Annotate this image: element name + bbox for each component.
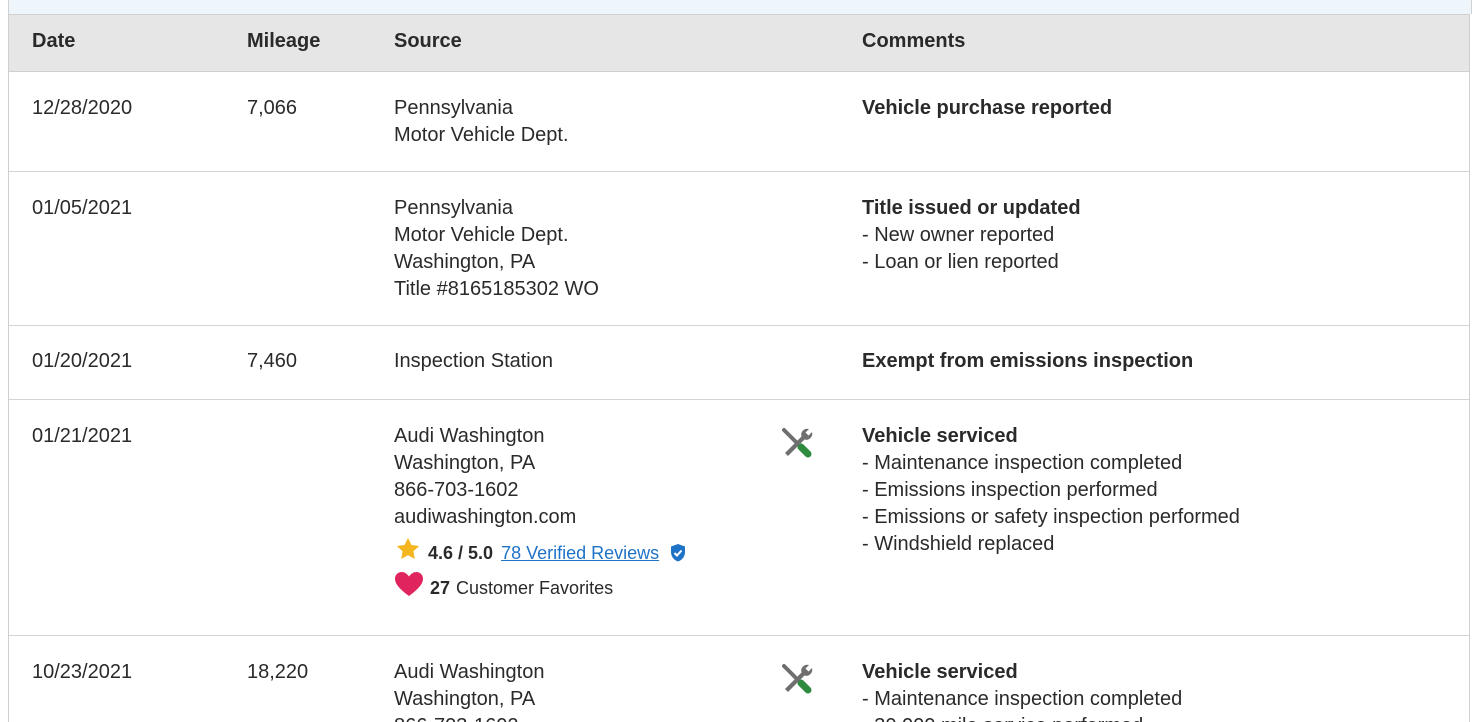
source-line: Audi Washington	[394, 661, 545, 683]
table-row: 12/28/2020 7,066 Pennsylvania Motor Vehi…	[9, 72, 1469, 172]
table-row: 01/20/2021 7,460 Inspection Station Exem…	[9, 326, 1469, 400]
mileage-cell: 7,460	[247, 350, 298, 372]
history-table: Date Mileage Source Comments 12/28/2020 …	[8, 14, 1470, 722]
comment-title: Vehicle serviced	[862, 425, 1018, 447]
favorites-count: 27	[430, 577, 451, 598]
comments-cell: Exempt from emissions inspection	[862, 348, 1193, 375]
source-line: Washington, PA	[394, 452, 536, 474]
table-row: 10/23/2021 18,220 Audi Washington Washin…	[9, 636, 1469, 722]
comment-item: Maintenance inspection completed	[862, 686, 1182, 713]
comment-title: Exempt from emissions inspection	[862, 350, 1194, 372]
mileage-cell: 18,220	[247, 661, 309, 683]
comment-title: Title issued or updated	[862, 197, 1081, 219]
favorites-label: Customer Favorites	[456, 577, 614, 598]
comment-item: Loan or lien reported	[862, 249, 1081, 276]
source-line: audiwashington.com	[394, 506, 577, 528]
source-cell: Audi Washington Washington, PA 866-703-1…	[394, 423, 687, 601]
heart-icon	[394, 571, 424, 605]
table-header: Date Mileage Source Comments	[9, 15, 1469, 72]
source-line: Motor Vehicle Dept.	[394, 124, 569, 146]
source-line: Washington, PA	[394, 251, 536, 273]
comment-item: Maintenance inspection completed	[862, 450, 1240, 477]
mileage-cell: 7,066	[247, 97, 298, 119]
verified-shield-icon	[669, 543, 687, 563]
comments-cell: Vehicle serviced Maintenance inspection …	[862, 659, 1182, 722]
wrench-screwdriver-icon	[779, 425, 815, 461]
rating-score: 4.6 / 5.0	[428, 542, 494, 563]
comment-item: Windshield replaced	[862, 531, 1240, 558]
table-row: 01/05/2021 Pennsylvania Motor Vehicle De…	[9, 172, 1469, 326]
dealer-rating: 4.6 / 5.0 78 Verified Reviews	[394, 537, 687, 567]
top-strip	[8, 0, 1472, 14]
source-line: Pennsylvania	[394, 197, 513, 219]
source-line: 866-703-1602	[394, 479, 519, 501]
date-cell: 01/05/2021	[32, 197, 133, 219]
comment-item: New owner reported	[862, 222, 1081, 249]
date-cell: 10/23/2021	[32, 661, 133, 683]
comment-item: Emissions inspection performed	[862, 477, 1240, 504]
date-cell: 01/20/2021	[32, 350, 133, 372]
comments-cell: Title issued or updated New owner report…	[862, 195, 1081, 276]
source-line: Motor Vehicle Dept.	[394, 224, 569, 246]
column-header-date: Date	[32, 30, 76, 52]
customer-favorites: 27 Customer Favorites	[394, 572, 687, 601]
source-cell: Inspection Station	[394, 348, 553, 375]
star-icon	[394, 535, 422, 571]
source-line: Inspection Station	[394, 350, 553, 372]
comment-item: Emissions or safety inspection performed	[862, 504, 1240, 531]
vehicle-history-page: Date Mileage Source Comments 12/28/2020 …	[0, 0, 1477, 722]
verified-reviews-link[interactable]: 78 Verified Reviews	[501, 540, 659, 567]
comments-cell: Vehicle purchase reported	[862, 95, 1112, 122]
column-header-source: Source	[394, 30, 462, 52]
comment-title: Vehicle purchase reported	[862, 97, 1113, 119]
comments-cell: Vehicle serviced Maintenance inspection …	[862, 423, 1240, 558]
wrench-screwdriver-icon	[779, 661, 815, 697]
source-line: Pennsylvania	[394, 97, 513, 119]
column-header-comments: Comments	[862, 30, 966, 52]
source-cell: Pennsylvania Motor Vehicle Dept. Washing…	[394, 195, 599, 303]
source-line: 866-703-1602	[394, 713, 544, 722]
date-cell: 01/21/2021	[32, 425, 133, 447]
date-cell: 12/28/2020	[32, 97, 133, 119]
source-line: Audi Washington	[394, 425, 545, 447]
column-header-mileage: Mileage	[247, 30, 321, 52]
source-cell: Pennsylvania Motor Vehicle Dept.	[394, 95, 569, 149]
table-row: 01/21/2021 Audi Washington Washington, P…	[9, 400, 1469, 636]
comment-item: 30,000 mile service performed	[862, 713, 1182, 722]
source-line: Title #8165185302 WO	[394, 278, 599, 300]
source-cell: Audi Washington Washington, PA 866-703-1…	[394, 659, 544, 722]
comment-title: Vehicle serviced	[862, 661, 1018, 683]
source-line: Washington, PA	[394, 688, 536, 710]
